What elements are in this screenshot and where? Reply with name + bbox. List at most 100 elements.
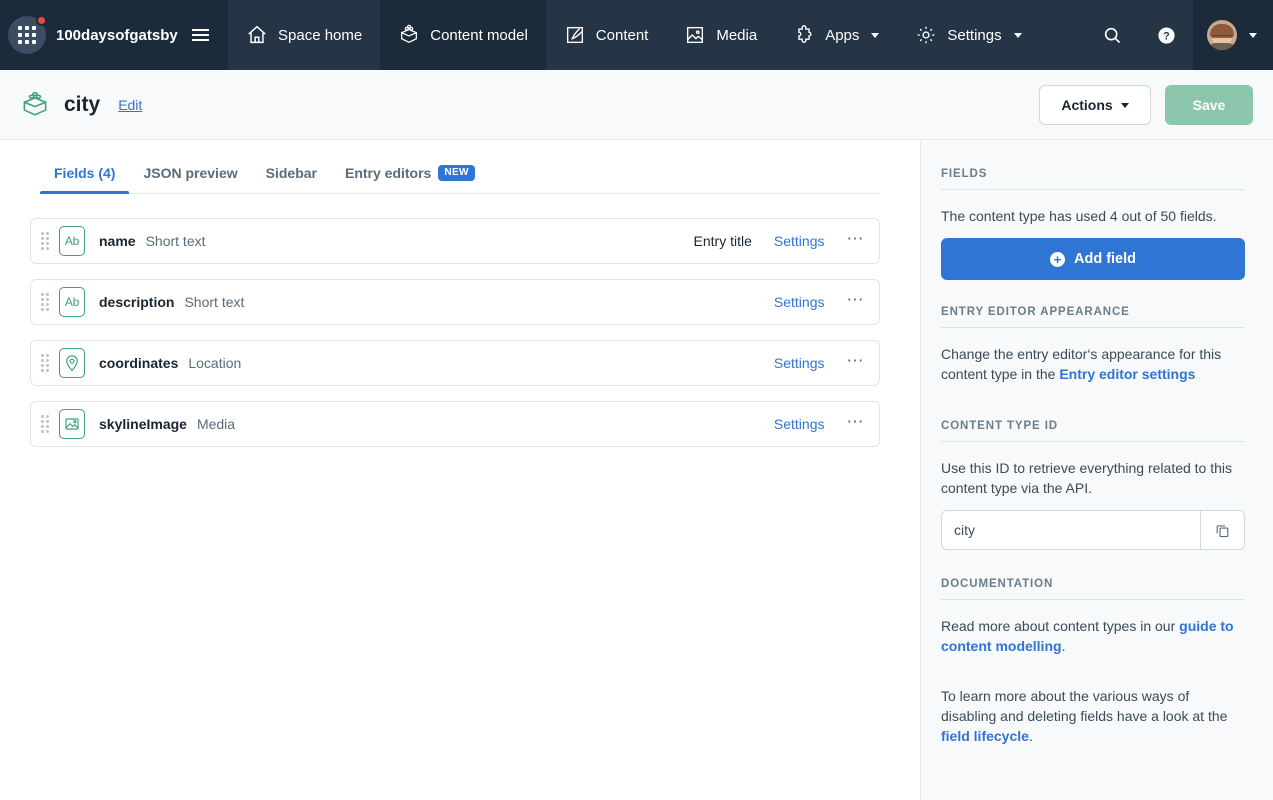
apps-puzzle-icon [793,24,815,46]
tab-label: Fields (4) [54,165,116,181]
doc-p1-before: Read more about content types in our [941,618,1180,634]
tab-entry-editors[interactable]: Entry editors NEW [331,165,489,193]
chevron-down-icon [1249,32,1257,38]
field-name: description [99,294,175,310]
gear-icon [915,24,937,46]
nav-item-content-model[interactable]: Content model [380,0,546,70]
documentation-paragraph-1: Read more about content types in our gui… [941,616,1245,656]
fields-usage-text: The content type has used 4 out of 50 fi… [941,208,1217,224]
field-more-menu-button[interactable]: ⋯ [847,291,866,313]
short-text-ab-icon: Ab [59,287,85,317]
row-actions: Settings ⋯ [774,413,865,435]
tab-label: Entry editors [344,165,432,181]
header-actions-group: Actions Save [1039,84,1253,125]
field-more-menu-button[interactable]: ⋯ [847,413,866,435]
field-type: Media [196,416,236,432]
content-model-icon [398,24,420,46]
space-selector-block[interactable]: 100daysofgatsby [0,0,228,70]
copy-icon[interactable] [1200,511,1244,549]
tab-sidebar[interactable]: Sidebar [252,165,331,193]
page-title: city [64,92,101,116]
table-row[interactable]: Ab description Short text Settings ⋯ [30,279,880,325]
doc-p2-after: . [1028,728,1033,744]
section-heading: FIELDS [941,168,1245,190]
chevron-down-icon [1120,103,1129,108]
add-field-button[interactable]: + Add field [941,238,1245,280]
nav-label: Content model [430,26,528,44]
field-settings-link[interactable]: Settings [774,294,825,310]
apps-grid-icon[interactable] [8,15,47,54]
drag-handle-icon[interactable] [41,354,49,372]
actions-button[interactable]: Actions [1039,84,1151,125]
doc-p1-after: . [1061,638,1066,654]
row-actions: Settings ⋯ [774,352,865,374]
field-name: coordinates [99,355,179,371]
nav-label: Settings [947,26,1002,44]
help-circle-icon[interactable]: ? [1139,0,1193,70]
field-settings-link[interactable]: Settings [774,416,825,432]
nav-label: Space home [278,26,363,44]
sidebar-section-fields: FIELDS The content type has used 4 out o… [941,168,1245,280]
tab-label: Sidebar [265,165,317,181]
content-type-id-input[interactable] [942,511,1200,549]
drag-handle-icon[interactable] [41,232,49,250]
field-name: name [99,233,136,249]
nav-label: Media [716,26,758,44]
nav-item-apps[interactable]: Apps [775,0,897,70]
hamburger-menu-icon[interactable] [190,25,211,45]
add-field-button-label: Add field [1073,251,1137,267]
nav-item-settings[interactable]: Settings [897,0,1039,70]
doc-p2-before: To learn more about the various ways of … [941,688,1228,724]
field-more-menu-button[interactable]: ⋯ [847,230,866,252]
content-type-tabs: Fields (4) JSON preview Sidebar Entry ed… [40,140,880,194]
content-type-block-icon [20,90,50,120]
field-name: skylineImage [99,416,187,432]
page-body: Fields (4) JSON preview Sidebar Entry ed… [0,140,1273,800]
svg-text:?: ? [1163,30,1170,42]
tab-json-preview[interactable]: JSON preview [129,165,251,193]
sidebar-section-entry-editor-appearance: ENTRY EDITOR APPEARANCE Change the entry… [941,306,1245,416]
save-button[interactable]: Save [1165,84,1253,125]
main-nav-items: Space home Content model Content Media A… [228,0,1040,70]
table-row[interactable]: skylineImage Media Settings ⋯ [30,401,880,447]
entry-title-label: Entry title [693,233,752,249]
nav-right-group: ? [1085,0,1273,70]
sidebar-section-content-type-id: CONTENT TYPE ID Use this ID to retrieve … [941,420,1245,550]
field-lifecycle-link[interactable]: field lifecycle [941,728,1029,744]
notification-dot [36,15,47,26]
plus-circle-icon: + [1049,251,1065,267]
documentation-paragraph-2: To learn more about the various ways of … [941,686,1245,746]
content-pencil-icon [564,24,586,46]
edit-link[interactable]: Edit [118,97,142,113]
field-settings-link[interactable]: Settings [774,233,825,249]
space-name-label[interactable]: 100daysofgatsby [56,27,178,44]
nav-item-content[interactable]: Content [546,0,667,70]
home-icon [246,24,268,46]
content-type-header: city Edit Actions Save [0,70,1273,140]
table-row[interactable]: Ab name Short text Entry title Settings … [30,218,880,264]
search-icon[interactable] [1085,0,1139,70]
nav-item-media[interactable]: Media [666,0,775,70]
apps-grid-dots [18,26,36,44]
tab-fields[interactable]: Fields (4) [40,165,130,194]
media-image-icon [684,24,706,46]
appearance-text: Change the entry editor‘s appearance for… [941,344,1245,384]
avatar [1207,20,1237,50]
nav-label: Content [595,26,649,44]
drag-handle-icon[interactable] [41,415,49,433]
content-type-id-field-group [941,510,1245,550]
top-navigation-bar: 100daysofgatsby Space home Content model [0,0,1273,70]
user-menu[interactable] [1193,0,1273,70]
nav-item-space-home[interactable]: Space home [228,0,380,70]
field-settings-link[interactable]: Settings [774,355,825,371]
field-more-menu-button[interactable]: ⋯ [847,352,866,374]
drag-handle-icon[interactable] [41,293,49,311]
content-type-id-description: Use this ID to retrieve everything relat… [941,460,1233,496]
chevron-down-icon [871,32,880,38]
field-type: Location [188,355,242,371]
short-text-ab-icon: Ab [59,226,85,256]
section-heading: ENTRY EDITOR APPEARANCE [941,306,1245,328]
table-row[interactable]: coordinates Location Settings ⋯ [30,340,880,386]
field-type: Short text [145,233,206,249]
entry-editor-settings-link[interactable]: Entry editor settings [1059,366,1195,382]
